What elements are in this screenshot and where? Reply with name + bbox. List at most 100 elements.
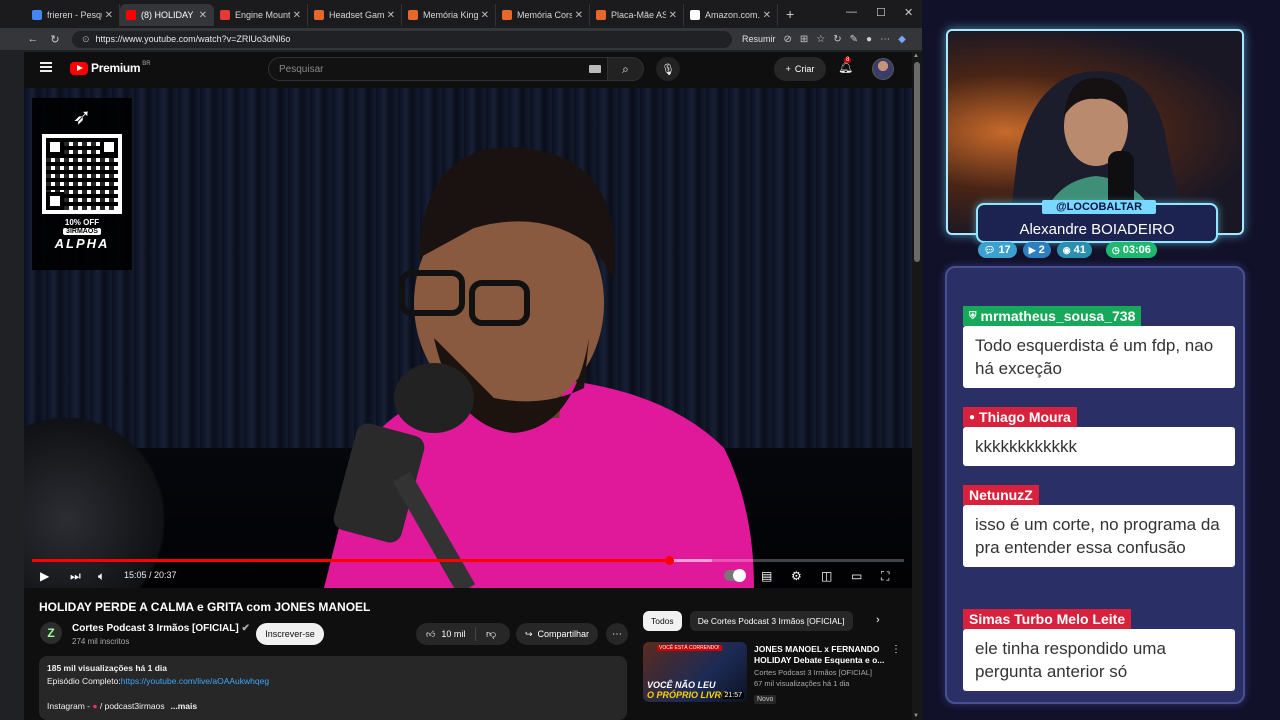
summarize-button[interactable]: Resumir — [742, 34, 776, 44]
thumbs-up-icon: 👍︎ — [426, 628, 436, 639]
tab-1[interactable]: (8) HOLIDAY PER✕ — [120, 4, 214, 26]
stat-value: 2 — [1038, 244, 1045, 256]
site-info-icon[interactable]: ⊙ — [82, 34, 90, 45]
close-icon[interactable]: ✕ — [575, 10, 583, 21]
close-icon[interactable]: ✕ — [481, 10, 489, 21]
notifications-button[interactable]: 🔔︎ 8 — [838, 57, 853, 74]
show-more-link[interactable]: ...mais — [171, 701, 197, 711]
recommended-thumbnail[interactable]: VOCÊ ESTÁ CORRENDO! VOCÊ NÃO LEU O PRÓPR… — [643, 642, 747, 702]
tab-strip: frieren - Pesquis✕ (8) HOLIDAY PER✕ Engi… — [0, 0, 922, 28]
tab-title: Memória Kingst — [423, 10, 478, 20]
moderator-badge-icon: ⛨ — [969, 310, 977, 322]
timer-stat: ◷ 03:06 — [1105, 242, 1157, 258]
promo-offer: 10% OFF — [64, 218, 100, 227]
search-button[interactable]: ⌕ — [608, 57, 644, 81]
back-icon[interactable]: ← — [22, 33, 44, 45]
close-icon[interactable]: ✕ — [669, 10, 677, 21]
voice-search-button[interactable]: 🎙︎ — [656, 57, 680, 81]
member-badge-icon: ● — [969, 411, 976, 423]
minimize-icon[interactable]: — — [846, 6, 857, 18]
maximize-icon[interactable]: ☐ — [876, 6, 886, 19]
tab-6[interactable]: Placa-Mãe ASUS✕ — [590, 4, 684, 26]
channel-name-text: Cortes Podcast 3 Irmãos [OFICIAL] — [72, 623, 239, 634]
close-icon[interactable]: ✕ — [763, 10, 771, 21]
settings-gear-icon[interactable]: ⚙ — [791, 569, 802, 583]
share-button[interactable]: ↪ Compartilhar — [516, 623, 598, 645]
progress-bar[interactable] — [32, 556, 904, 565]
tab-0[interactable]: frieren - Pesquis✕ — [26, 4, 120, 26]
miniplayer-icon[interactable]: ◫ — [821, 569, 832, 583]
refresh-extension-icon[interactable]: ↻ — [833, 34, 841, 45]
channel-avatar[interactable]: Z — [40, 622, 62, 644]
theater-mode-icon[interactable]: ▭ — [851, 569, 862, 583]
recommended-title[interactable]: JONES MANOEL x FERNANDO HOLIDAY Debate E… — [754, 644, 894, 666]
apps-icon[interactable]: ⊞ — [800, 34, 808, 45]
channel-name[interactable]: Cortes Podcast 3 Irmãos [OFICIAL] ✔ — [72, 623, 250, 634]
scrollbar-thumb[interactable] — [914, 62, 920, 262]
play-icon[interactable]: ▶ — [40, 569, 49, 583]
recommended-channel[interactable]: Cortes Podcast 3 Irmãos [OFICIAL] — [754, 668, 894, 677]
chat-username: ● Thiago Moura — [963, 407, 1077, 427]
instagram-handle[interactable]: / podcast3irmaos — [100, 701, 165, 711]
tab-4[interactable]: Memória Kingst✕ — [402, 4, 496, 26]
instagram-line: Instagram - ● / podcast3irmaos ...mais — [47, 700, 619, 713]
thumbs-down-icon: 👎︎ — [486, 629, 497, 640]
tab-5[interactable]: Memória Corsai✕ — [496, 4, 590, 26]
scroll-down-icon[interactable]: ▼ — [913, 713, 919, 719]
close-window-icon[interactable]: ✕ — [904, 6, 913, 19]
youtube-premium-logo[interactable]: Premium BR — [70, 61, 151, 75]
url-field[interactable]: ⊙ https://www.youtube.com/watch?v=ZRlUo3… — [72, 30, 732, 48]
chat-username-text: Thiago Moura — [979, 409, 1071, 425]
tab-favicon — [314, 10, 324, 20]
progress-played — [32, 559, 670, 562]
tab-title: Amazon.com.br — [705, 10, 760, 20]
autoplay-toggle[interactable] — [724, 569, 746, 582]
recommended-video[interactable]: VOCÊ ESTÁ CORRENDO! VOCÊ NÃO LEU O PRÓPR… — [643, 642, 905, 706]
close-icon[interactable]: ✕ — [293, 10, 301, 21]
reload-icon[interactable]: ↻ — [44, 33, 66, 46]
address-bar-row: ← ↻ ⊙ https://www.youtube.com/watch?v=ZR… — [0, 28, 922, 50]
translate-icon[interactable]: ⊘ — [784, 34, 792, 45]
video-player[interactable]: ➶ 10% OFF 3IRMAOS ALPHA ▶ ⏭ 🔈︎ 15:05 / 2… — [24, 88, 912, 588]
streamer-handle: @LOCOBALTAR — [1042, 200, 1156, 214]
youtube-stat: ▶ 2 — [1022, 242, 1051, 258]
keyboard-icon[interactable] — [589, 65, 601, 73]
description-box[interactable]: 185 mil visualizações há 1 dia Episódio … — [39, 656, 627, 720]
page-scrollbar[interactable]: ▲ ▼ — [912, 52, 922, 720]
chat-username-text: mrmatheus_sousa_738 — [980, 308, 1136, 324]
chip-channel[interactable]: De Cortes Podcast 3 Irmãos [OFICIAL] — [689, 611, 853, 631]
scroll-up-icon[interactable]: ▲ — [913, 53, 919, 59]
tab-2[interactable]: Engine Mount fo✕ — [214, 4, 308, 26]
tab-3[interactable]: Headset Gamer✕ — [308, 4, 402, 26]
instagram-icon: ● — [92, 701, 98, 711]
next-icon[interactable]: ⏭ — [70, 569, 81, 584]
profile-avatar-icon[interactable]: ● — [866, 34, 872, 45]
menu-dots-icon[interactable]: ⋯ — [880, 34, 890, 45]
favorite-star-icon[interactable]: ☆ — [816, 34, 825, 45]
browser-window: frieren - Pesquis✕ (8) HOLIDAY PER✕ Engi… — [0, 0, 922, 720]
more-actions-button[interactable]: ⋯ — [606, 623, 628, 645]
subscribe-button[interactable]: Inscrever-se — [256, 623, 324, 645]
subtitles-icon[interactable]: ▤ — [761, 569, 772, 583]
promo-code: 3IRMAOS — [63, 228, 101, 235]
search-input[interactable]: Pesquisar — [268, 57, 608, 81]
more-vertical-icon[interactable]: ⋮ — [891, 644, 901, 655]
account-avatar[interactable] — [872, 58, 894, 80]
tab-7[interactable]: Amazon.com.br✕ — [684, 4, 778, 26]
episode-link[interactable]: https://youtube.com/live/aOAAukwhqeg — [121, 676, 269, 686]
new-tab-icon[interactable]: + — [786, 6, 794, 22]
chevron-right-icon[interactable]: › — [876, 614, 880, 626]
copilot-icon[interactable]: ◆ — [898, 34, 906, 45]
fullscreen-icon[interactable]: ⛶ — [881, 569, 889, 584]
like-button[interactable]: 👍︎ 10 mil — [416, 627, 476, 641]
close-icon[interactable]: ✕ — [387, 10, 395, 21]
menu-icon[interactable] — [40, 62, 52, 72]
dislike-button[interactable]: 👎︎ — [476, 628, 496, 640]
close-icon[interactable]: ✕ — [199, 10, 207, 21]
extension-icon[interactable]: ✎ — [850, 34, 858, 45]
close-icon[interactable]: ✕ — [105, 10, 113, 21]
create-button[interactable]: + Criar — [774, 57, 826, 81]
tab-favicon — [596, 10, 606, 20]
chip-all[interactable]: Todos — [643, 611, 682, 631]
volume-icon[interactable]: 🔈︎ — [98, 569, 105, 584]
